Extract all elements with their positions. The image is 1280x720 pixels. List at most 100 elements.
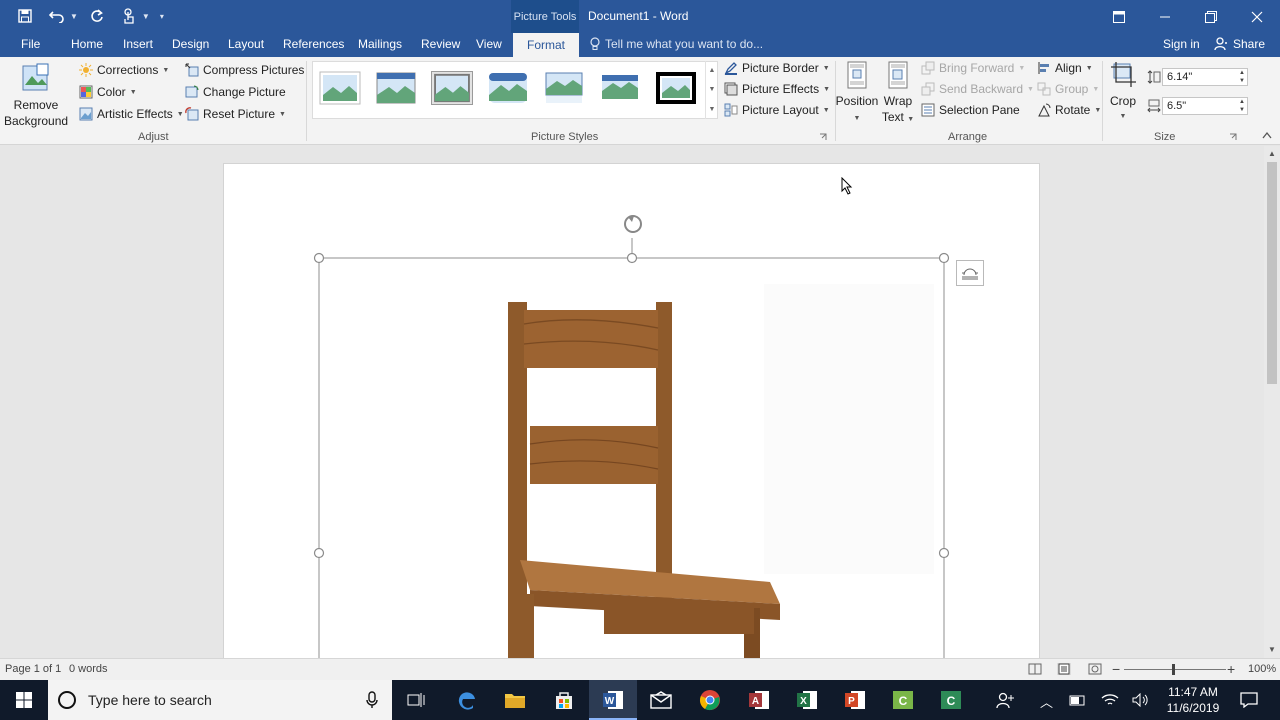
tab-format[interactable]: Format [513,33,579,57]
page-count[interactable]: Page 1 of 1 [5,663,61,675]
taskbar-search[interactable]: Type here to search [48,680,392,720]
tab-review[interactable]: Review [421,37,460,51]
layout-options-button[interactable] [956,260,984,286]
touch-mode-button[interactable] [116,5,142,27]
scroll-up-icon[interactable]: ▲ [1264,146,1280,160]
corrections-button[interactable]: Corrections ▼ [79,63,169,77]
people-icon[interactable] [992,687,1018,713]
document-page[interactable] [223,163,1040,658]
picture-style-beveled[interactable] [375,71,417,105]
picture-style-soft-edge[interactable] [487,71,529,105]
collapse-ribbon-icon[interactable] [1262,131,1272,139]
width-spinner-icon[interactable]: ▲ ▼ [1239,98,1245,114]
artistic-effects-button[interactable]: Artistic Effects ▼ [79,107,184,121]
gallery-more-icon[interactable]: ▼ [709,106,716,113]
excel-app-icon[interactable]: X [794,687,820,713]
sign-in-link[interactable]: Sign in [1163,37,1200,51]
reset-picture-button[interactable]: Reset Picture ▼ [185,107,286,121]
word-app-icon[interactable]: W [600,687,626,713]
send-backward-button[interactable]: Send Backward ▼ [921,82,1034,96]
camtasia-icon[interactable]: C [890,687,916,713]
action-center-icon[interactable] [1236,687,1262,713]
tab-layout[interactable]: Layout [228,37,264,51]
crop-button[interactable]: Crop ▼ [1106,61,1140,125]
tab-home[interactable]: Home [71,37,103,51]
camtasia-recorder-icon[interactable]: C [938,687,964,713]
restore-button[interactable] [1188,0,1234,33]
shape-width-input[interactable]: 6.5" ▲ ▼ [1162,97,1248,115]
bring-forward-button[interactable]: Bring Forward ▼ [921,61,1025,75]
touch-dropdown-icon[interactable]: ▼ [142,12,150,21]
wifi-icon[interactable] [1097,687,1123,713]
rotate-handle-icon[interactable] [624,215,642,233]
share-button[interactable]: Share [1214,37,1265,51]
tab-mailings[interactable]: Mailings [358,37,402,51]
access-app-icon[interactable]: A [746,687,772,713]
volume-icon[interactable] [1128,687,1154,713]
start-button[interactable] [0,680,48,720]
dialog-launcher-icon[interactable] [819,133,827,141]
picture-style-metal-frame[interactable] [431,71,473,105]
network-tray-icon[interactable] [1064,687,1090,713]
zoom-level[interactable]: 100% [1248,663,1276,675]
gallery-down-icon[interactable]: ▼ [709,86,716,93]
align-button[interactable]: Align ▼ [1037,61,1093,75]
close-button[interactable] [1234,0,1280,33]
show-hidden-icons-icon[interactable]: ︿ [1040,692,1053,711]
zoom-slider[interactable] [1124,669,1226,670]
selected-picture[interactable] [224,164,1041,658]
picture-layout-button[interactable]: Picture Layout ▼ [724,103,830,117]
rotate-button[interactable]: Rotate ▼ [1037,103,1101,117]
powerpoint-app-icon[interactable]: P [842,687,868,713]
tell-me-search[interactable]: Tell me what you want to do... [590,37,763,51]
file-explorer-icon[interactable] [502,687,528,713]
picture-style-thick-black-frame[interactable] [655,71,697,105]
chrome-icon[interactable] [697,687,723,713]
picture-style-simple-frame[interactable] [319,71,361,105]
zoom-slider-thumb[interactable] [1172,664,1175,675]
picture-effects-button[interactable]: Picture Effects ▼ [724,82,830,96]
zoom-in-icon[interactable]: + [1227,661,1235,677]
selection-pane-button[interactable]: Selection Pane [921,103,1020,117]
edge-browser-icon[interactable] [454,687,480,713]
wrap-text-button[interactable]: Wrap Text ▼ [880,61,916,128]
remove-background-button[interactable]: Remove Background [4,63,68,129]
save-button[interactable] [12,5,38,27]
read-mode-icon[interactable] [1028,663,1042,675]
vertical-scrollbar[interactable]: ▲ ▼ [1264,146,1280,658]
ribbon-display-options-button[interactable] [1096,0,1142,33]
change-picture-button[interactable]: Change Picture [185,85,286,99]
task-view-icon[interactable] [403,687,429,713]
tab-file[interactable]: File [21,37,40,51]
zoom-out-icon[interactable]: − [1112,661,1120,677]
height-spinner-icon[interactable]: ▲ ▼ [1239,69,1245,85]
group-button[interactable]: Group ▼ [1037,82,1099,96]
word-count[interactable]: 0 words [69,663,108,675]
picture-style-rounded-diagonal[interactable] [599,71,641,105]
scrollbar-thumb[interactable] [1267,162,1277,384]
color-button[interactable]: Color ▼ [79,85,137,99]
shape-height-input[interactable]: 6.14" ▲ ▼ [1162,68,1248,86]
web-layout-icon[interactable] [1088,663,1102,675]
customize-qat-icon[interactable]: ▾ [160,12,164,21]
compress-pictures-button[interactable]: Compress Pictures [185,63,304,77]
print-layout-icon[interactable] [1057,663,1071,675]
system-clock[interactable]: 11:47 AM 11/6/2019 [1158,684,1228,716]
minimize-button[interactable] [1142,0,1188,33]
microphone-icon[interactable] [366,691,378,709]
undo-button[interactable] [44,5,70,27]
picture-style-reflected[interactable] [543,71,585,105]
undo-dropdown-icon[interactable]: ▼ [70,12,78,21]
redo-button[interactable] [84,5,110,27]
mail-icon[interactable] [648,687,674,713]
tab-design[interactable]: Design [172,37,209,51]
dialog-launcher-icon[interactable] [1229,133,1237,141]
tab-insert[interactable]: Insert [123,37,153,51]
gallery-up-icon[interactable]: ▲ [709,67,716,74]
scroll-down-icon[interactable]: ▼ [1264,642,1280,656]
store-icon[interactable] [551,687,577,713]
picture-border-button[interactable]: Picture Border ▼ [724,61,830,75]
tab-references[interactable]: References [283,37,344,51]
position-button[interactable]: Position ▼ [835,61,879,127]
tab-view[interactable]: View [476,37,502,51]
